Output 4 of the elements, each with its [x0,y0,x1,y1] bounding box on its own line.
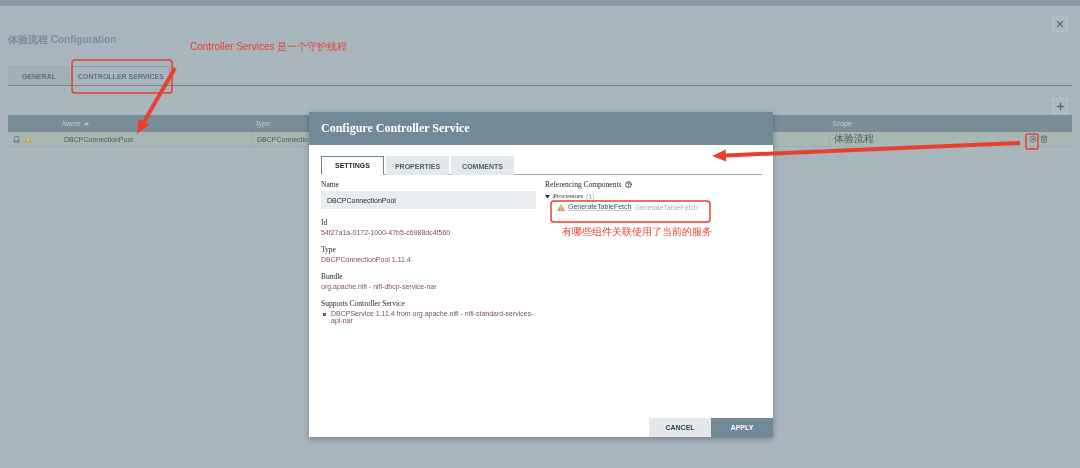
modal-title: Configure Controller Service [309,112,773,145]
annotation-text: Controller Services 是一个守护线程 [190,40,348,54]
table-cell: 体验流程 [834,132,874,146]
annotation-text: 有哪些组件关联使用了当前的服务 [562,225,712,239]
